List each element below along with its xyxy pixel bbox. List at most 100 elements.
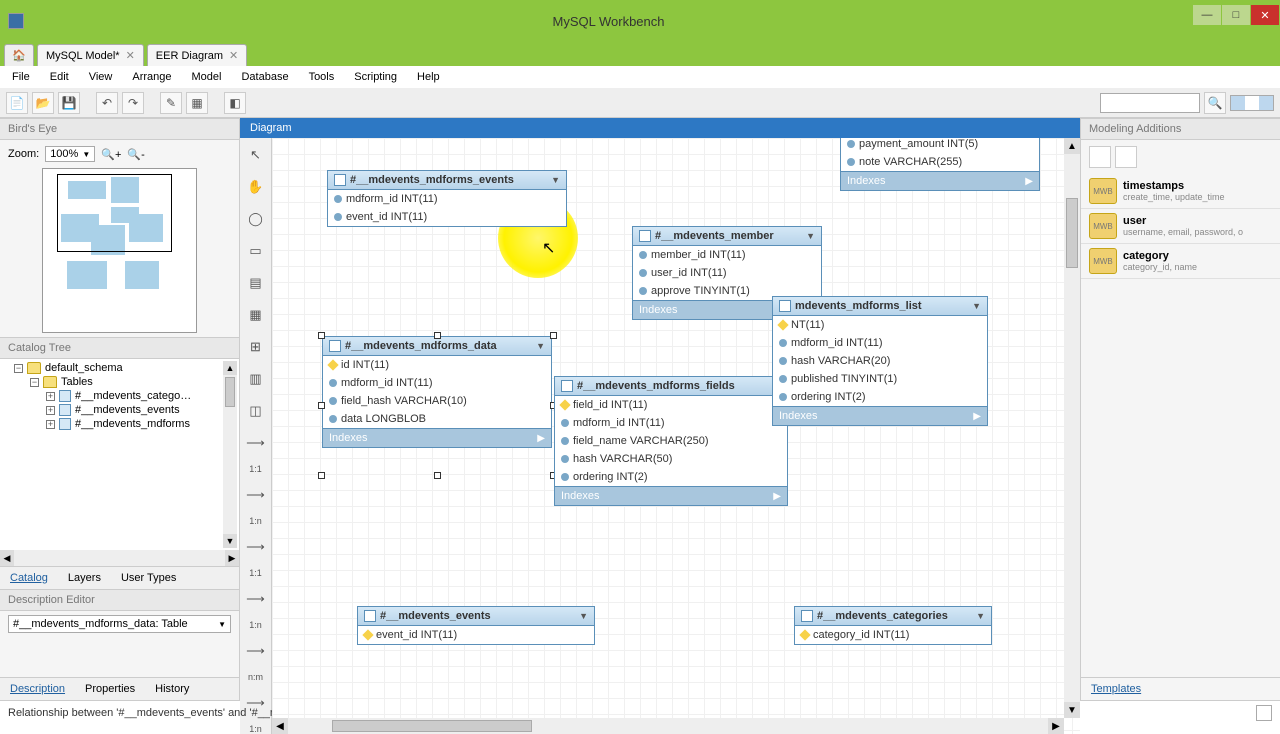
table-icon xyxy=(561,380,573,392)
search-input[interactable] xyxy=(1100,93,1200,113)
panel-toggle-right[interactable] xyxy=(1259,96,1273,110)
home-tab[interactable]: 🏠 xyxy=(4,44,34,66)
hand-tool[interactable]: ✋ xyxy=(245,176,267,198)
key-icon xyxy=(559,399,570,410)
menu-help[interactable]: Help xyxy=(409,69,448,85)
tree-hscroll[interactable]: ◀▶ xyxy=(0,550,239,566)
template-category[interactable]: MWBcategorycategory_id, name xyxy=(1081,244,1280,279)
table-mdforms-list[interactable]: mdevents_mdforms_list▼ NT(11) mdform_id … xyxy=(772,296,988,426)
tab-model[interactable]: MySQL Model*✕ xyxy=(37,44,144,66)
rel-1-1[interactable]: ⟶ xyxy=(245,432,267,454)
left-sidebar: Bird's Eye Zoom: 100%▼ 🔍+ 🔍- Catalog Tre… xyxy=(0,118,240,700)
catalog-tree-header: Catalog Tree xyxy=(0,337,239,359)
layer-tool[interactable]: ▭ xyxy=(245,240,267,262)
addition-btn-b[interactable] xyxy=(1115,146,1137,168)
tool-b[interactable]: ▦ xyxy=(186,92,208,114)
table-categories[interactable]: #__mdevents_categories▼ category_id INT(… xyxy=(794,606,992,645)
table-icon xyxy=(639,230,651,242)
tab-close-icon[interactable]: ✕ xyxy=(229,49,238,62)
expand-icon[interactable]: ▶ xyxy=(973,411,981,422)
erase-tool[interactable]: ◯ xyxy=(245,208,267,230)
menu-scripting[interactable]: Scripting xyxy=(346,69,405,85)
table-icon xyxy=(334,174,346,186)
table-partial-top[interactable]: payment_amount INT(5) note VARCHAR(255) … xyxy=(840,138,1040,191)
zoom-out-icon[interactable]: 🔍- xyxy=(127,148,144,161)
zoom-in-icon[interactable]: 🔍+ xyxy=(101,148,121,161)
canvas-hscroll[interactable]: ◀▶ xyxy=(272,718,1064,734)
templates-tab[interactable]: Templates xyxy=(1081,677,1280,700)
tree-scrollbar[interactable]: ▲▼ xyxy=(223,361,237,548)
expand-icon[interactable]: ▶ xyxy=(1025,176,1033,187)
tab-close-icon[interactable]: ✕ xyxy=(126,49,135,62)
tab-user-types[interactable]: User Types xyxy=(111,567,186,589)
zoom-select[interactable]: 100%▼ xyxy=(45,146,95,162)
column-icon xyxy=(779,357,787,365)
expand-icon[interactable]: ▶ xyxy=(537,433,545,444)
close-button[interactable]: ✕ xyxy=(1251,5,1279,25)
tree-schema[interactable]: −default_schema xyxy=(0,361,239,375)
table-mdforms-data[interactable]: #__mdevents_mdforms_data▼ id INT(11) mdf… xyxy=(322,336,552,448)
column-icon xyxy=(639,251,647,259)
undo-button[interactable]: ↶ xyxy=(96,92,118,114)
addition-btn-a[interactable] xyxy=(1089,146,1111,168)
open-button[interactable]: 📂 xyxy=(32,92,54,114)
rel-1-n-b[interactable]: ⟶ xyxy=(245,588,267,610)
rel-1-n[interactable]: ⟶ xyxy=(245,484,267,506)
table-mdforms-events[interactable]: #__mdevents_mdforms_events▼ mdform_id IN… xyxy=(327,170,567,227)
database-icon xyxy=(27,362,41,374)
tree-item[interactable]: +#__mdevents_events xyxy=(0,403,239,417)
table-events[interactable]: #__mdevents_events▼ event_id INT(11) xyxy=(357,606,595,645)
right-sidebar: Modeling Additions MWBtimestampscreate_t… xyxy=(1080,118,1280,700)
template-timestamps[interactable]: MWBtimestampscreate_time, update_time xyxy=(1081,174,1280,209)
search-button[interactable]: 🔍 xyxy=(1204,92,1226,114)
tool-a[interactable]: ✎ xyxy=(160,92,182,114)
panel-toggle-left[interactable] xyxy=(1231,96,1245,110)
menu-edit[interactable]: Edit xyxy=(42,69,77,85)
expand-icon[interactable]: ▶ xyxy=(773,491,781,502)
tree-tables[interactable]: −Tables xyxy=(0,375,239,389)
table-icon xyxy=(59,390,71,402)
maximize-button[interactable]: □ xyxy=(1222,5,1250,25)
menu-tools[interactable]: Tools xyxy=(301,69,343,85)
table-tool[interactable]: ⊞ xyxy=(245,336,267,358)
image-tool[interactable]: ▦ xyxy=(245,304,267,326)
template-user[interactable]: MWBuserusername, email, password, o xyxy=(1081,209,1280,244)
tree-item[interactable]: +#__mdevents_mdforms xyxy=(0,417,239,431)
status-toggle-icon[interactable] xyxy=(1256,705,1272,721)
canvas-vscroll[interactable]: ▲▼ xyxy=(1064,138,1080,718)
menu-model[interactable]: Model xyxy=(184,69,230,85)
menu-database[interactable]: Database xyxy=(233,69,296,85)
save-button[interactable]: 💾 xyxy=(58,92,80,114)
tab-description[interactable]: Description xyxy=(0,678,75,700)
app-icon xyxy=(8,13,24,29)
rel-1-1-b[interactable]: ⟶ xyxy=(245,536,267,558)
tree-item[interactable]: +#__mdevents_catego… xyxy=(0,389,239,403)
tab-layers[interactable]: Layers xyxy=(58,567,111,589)
table-icon xyxy=(801,610,813,622)
tab-properties[interactable]: Properties xyxy=(75,678,145,700)
tab-catalog[interactable]: Catalog xyxy=(0,567,58,589)
zoom-label: Zoom: xyxy=(8,148,39,160)
minimize-button[interactable]: — xyxy=(1193,5,1221,25)
minimap[interactable] xyxy=(42,168,197,333)
column-icon xyxy=(561,473,569,481)
menu-file[interactable]: File xyxy=(4,69,38,85)
pointer-tool[interactable]: ↖ xyxy=(245,144,267,166)
diagram-canvas[interactable]: #__mdevents_mdforms_events▼ mdform_id IN… xyxy=(272,138,1080,734)
panel-toggle-mid[interactable] xyxy=(1245,96,1259,110)
tool-c[interactable]: ◧ xyxy=(224,92,246,114)
note-tool[interactable]: ▤ xyxy=(245,272,267,294)
menu-view[interactable]: View xyxy=(81,69,121,85)
new-button[interactable]: 📄 xyxy=(6,92,28,114)
menu-arrange[interactable]: Arrange xyxy=(124,69,179,85)
template-icon: MWB xyxy=(1089,248,1117,274)
tab-history[interactable]: History xyxy=(145,678,199,700)
routine-tool[interactable]: ◫ xyxy=(245,400,267,422)
table-mdforms-fields[interactable]: #__mdevents_mdforms_fields field_id INT(… xyxy=(554,376,788,506)
description-select[interactable]: #__mdevents_mdforms_data: Table▼ xyxy=(8,615,231,633)
view-tool[interactable]: ▥ xyxy=(245,368,267,390)
redo-button[interactable]: ↷ xyxy=(122,92,144,114)
template-icon: MWB xyxy=(1089,213,1117,239)
rel-n-m[interactable]: ⟶ xyxy=(245,640,267,662)
tab-diagram[interactable]: EER Diagram✕ xyxy=(147,44,247,66)
